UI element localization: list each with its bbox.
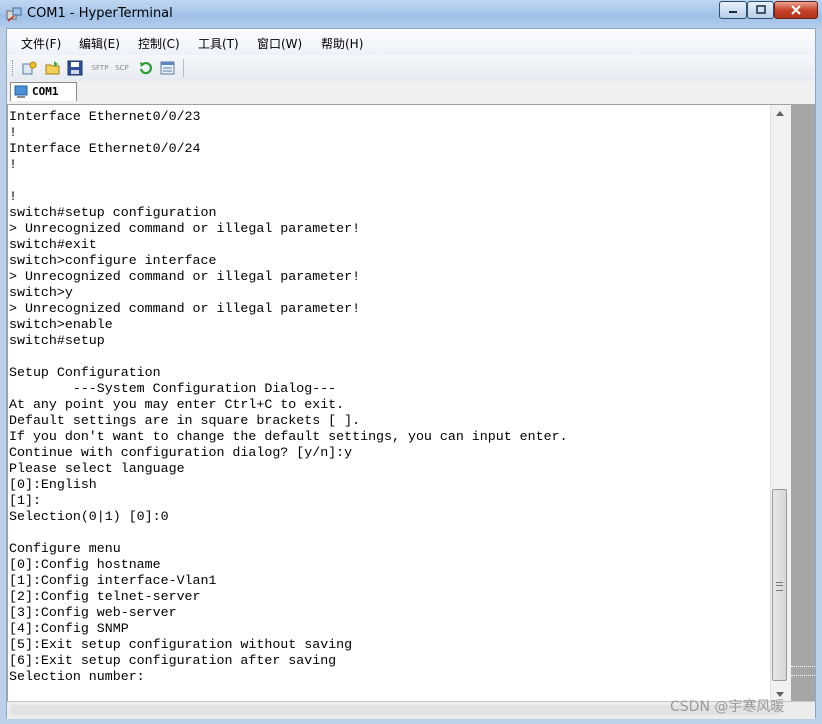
terminal-line: [4]:Config SNMP bbox=[9, 621, 129, 636]
minimize-button[interactable] bbox=[719, 1, 747, 19]
toolbar-grip[interactable] bbox=[12, 60, 16, 76]
maximize-icon bbox=[755, 5, 766, 14]
terminal-line: Setup Configuration bbox=[9, 365, 161, 380]
terminal-line: ! bbox=[9, 157, 17, 172]
terminal-line: switch#setup bbox=[9, 333, 105, 348]
terminal-line: switch>configure interface bbox=[9, 253, 217, 268]
menu-bar: 文件(F) 编辑(E) 控制(C) 工具(T) 窗口(W) 帮助(H) bbox=[7, 29, 815, 55]
client-area: 文件(F) 编辑(E) 控制(C) 工具(T) 窗口(W) 帮助(H) SFTP… bbox=[6, 28, 816, 719]
new-connection-button[interactable] bbox=[20, 59, 38, 77]
terminal-session-icon bbox=[14, 85, 28, 98]
refresh-icon bbox=[139, 61, 152, 75]
watermark: CSDN @宇寒风暖 bbox=[670, 699, 785, 715]
terminal-line: Selection number: bbox=[9, 669, 145, 684]
terminal-line: Interface Ethernet0/0/23 bbox=[9, 109, 201, 124]
minimize-icon bbox=[729, 11, 737, 13]
title-bar[interactable]: COM1 - HyperTerminal bbox=[0, 0, 822, 28]
scp-button[interactable]: SCP bbox=[113, 59, 131, 77]
terminal-line: [2]:Config telnet-server bbox=[9, 589, 201, 604]
terminal-line: > Unrecognized command or illegal parame… bbox=[9, 269, 361, 284]
open-button[interactable] bbox=[44, 59, 62, 77]
app-icon bbox=[6, 7, 22, 22]
toolbar: SFTP SCP bbox=[7, 55, 815, 82]
tab-label: COM1 bbox=[32, 85, 59, 98]
menu-edit[interactable]: 编辑(E) bbox=[79, 35, 120, 52]
open-icon bbox=[45, 61, 60, 75]
terminal-line: ---System Configuration Dialog--- bbox=[9, 381, 337, 396]
menu-control[interactable]: 控制(C) bbox=[138, 35, 180, 52]
terminal-line: At any point you may enter Ctrl+C to exi… bbox=[9, 397, 345, 412]
close-button[interactable] bbox=[774, 1, 818, 19]
scroll-up-arrow-icon[interactable] bbox=[776, 111, 784, 116]
terminal-line: Selection(0|1) [0]:0 bbox=[9, 509, 169, 524]
terminal-line: Continue with configuration dialog? [y/n… bbox=[9, 445, 353, 460]
terminal-line: [1]: bbox=[9, 493, 41, 508]
terminal-line: Configure menu bbox=[9, 541, 121, 556]
menu-file[interactable]: 文件(F) bbox=[21, 35, 61, 52]
terminal-line: [5]:Exit setup configuration without sav… bbox=[9, 637, 353, 652]
scrollbar-thumb[interactable] bbox=[772, 489, 787, 681]
menu-window[interactable]: 窗口(W) bbox=[257, 35, 302, 52]
refresh-button[interactable] bbox=[137, 59, 155, 77]
terminal-line: [0]:English bbox=[9, 477, 97, 492]
terminal-line: [3]:Config web-server bbox=[9, 605, 177, 620]
terminal-line: switch>y bbox=[9, 285, 73, 300]
properties-button[interactable] bbox=[159, 59, 177, 77]
terminal-line: Please select language bbox=[9, 461, 185, 476]
tab-com1[interactable]: COM1 bbox=[10, 82, 77, 101]
window-title: COM1 - HyperTerminal bbox=[27, 6, 173, 21]
terminal-line: switch#exit bbox=[9, 237, 97, 252]
terminal-line: [1]:Config interface-Vlan1 bbox=[9, 573, 217, 588]
terminal-line: switch#setup configuration bbox=[9, 205, 217, 220]
unused-screen-area bbox=[791, 104, 815, 701]
terminal-output[interactable]: Interface Ethernet0/0/23! Interface Ether… bbox=[9, 109, 769, 699]
terminal-line: Interface Ethernet0/0/24 bbox=[9, 141, 201, 156]
menu-tools[interactable]: 工具(T) bbox=[198, 35, 239, 52]
terminal-line: ! bbox=[9, 189, 17, 204]
terminal-panel[interactable]: Interface Ethernet0/0/23! Interface Ether… bbox=[7, 104, 791, 701]
new-connection-icon bbox=[22, 61, 37, 75]
hyperterminal-window: COM1 - HyperTerminal 文件(F) 编辑(E) 控制(C) 工… bbox=[0, 0, 822, 724]
sftp-button[interactable]: SFTP bbox=[90, 59, 110, 77]
toolbar-separator bbox=[183, 59, 184, 77]
terminal-line: If you don't want to change the default … bbox=[9, 429, 568, 444]
terminal-line: [0]:Config hostname bbox=[9, 557, 161, 572]
save-icon bbox=[67, 60, 83, 76]
close-icon bbox=[791, 5, 801, 15]
save-button[interactable] bbox=[66, 59, 84, 77]
terminal-line: [6]:Exit setup configuration after savin… bbox=[9, 653, 337, 668]
terminal-line: > Unrecognized command or illegal parame… bbox=[9, 301, 361, 316]
menu-help[interactable]: 帮助(H) bbox=[321, 35, 363, 52]
vertical-scrollbar[interactable] bbox=[770, 105, 791, 701]
status-bar-field bbox=[11, 705, 781, 715]
terminal-line: Default settings are in square brackets … bbox=[9, 413, 361, 428]
terminal-line: > Unrecognized command or illegal parame… bbox=[9, 221, 361, 236]
terminal-line: switch>enable bbox=[9, 317, 113, 332]
maximize-button[interactable] bbox=[747, 1, 774, 19]
properties-icon bbox=[160, 61, 175, 75]
session-tab-bar: COM1 bbox=[7, 81, 815, 104]
thumb-grip-icon bbox=[776, 582, 783, 591]
terminal-line: ! bbox=[9, 125, 17, 140]
splitter-grip[interactable] bbox=[791, 666, 815, 676]
scp-icon: SCP bbox=[115, 64, 129, 72]
sftp-icon: SFTP bbox=[91, 64, 109, 72]
